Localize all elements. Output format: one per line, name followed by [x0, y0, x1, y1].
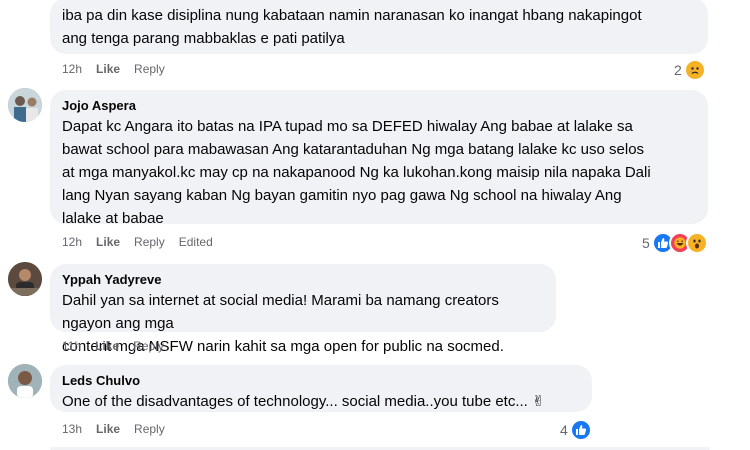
avatar[interactable]: [8, 88, 42, 122]
comment-author[interactable]: Leds Chulvo: [62, 372, 580, 389]
avatar[interactable]: [8, 262, 42, 296]
comment-line: iba pa din kase disiplina nung kabataan …: [62, 7, 642, 24]
comment-bubble: Jojo Aspera Dapat kc Angara ito batas na…: [50, 90, 708, 227]
comment-text: One of the disadvantages of technology..…: [62, 390, 580, 413]
comment-bubble: Leds Chulvo One of the disadvantages of …: [50, 365, 592, 412]
comment-time[interactable]: 11h: [62, 339, 81, 353]
comment-time[interactable]: 13h: [62, 422, 82, 436]
comment-line: Dapat kc Angara ito batas na IPA tupad m…: [62, 118, 633, 135]
comment-author[interactable]: Yppah Yadyreve: [62, 271, 544, 288]
sad-icon: [683, 59, 706, 81]
comment-bubble: iba pa din kase disiplina nung kabataan …: [50, 0, 708, 54]
like-button[interactable]: Like: [96, 422, 120, 436]
comment-bubble: Yppah Yadyreve Dahil yan sa internet at …: [50, 264, 556, 355]
comment-actions: 11h Like Reply: [62, 339, 164, 353]
comment-line: bawat school para mabawasan Ang katarant…: [62, 141, 645, 158]
edited-label[interactable]: Edited: [179, 235, 213, 249]
comment-text: Dapat kc Angara ito batas na IPA tupad m…: [62, 115, 696, 230]
comment-actions: 12h Like Reply Edited: [62, 235, 213, 249]
reaction-summary[interactable]: 2: [674, 59, 706, 81]
like-icon: [569, 419, 592, 441]
comment-time[interactable]: 12h: [62, 235, 82, 249]
reply-button[interactable]: Reply: [133, 339, 164, 353]
comment-time[interactable]: 12h: [62, 62, 82, 76]
comment-text: iba pa din kase disiplina nung kabataan …: [62, 4, 696, 50]
comment-line: lalake at babae: [62, 210, 164, 227]
comment-actions: 12h Like Reply: [62, 62, 165, 76]
comment-line: lang Nyan sayang kaban Ng bayan gamitin …: [62, 187, 622, 204]
reaction-count: 5: [642, 235, 650, 251]
reaction-summary[interactable]: 4: [560, 419, 592, 441]
reaction-count: 2: [674, 62, 682, 78]
like-button[interactable]: Like: [95, 339, 119, 353]
comment-line: Dahil yan sa internet at social media! M…: [62, 292, 499, 332]
comment-line: One of the disadvantages of technology..…: [62, 393, 545, 410]
comment-line: ang tenga parang mabbaklas e pati patily…: [62, 30, 345, 47]
wow-icon: [685, 232, 708, 254]
comment-author[interactable]: Jojo Aspera: [62, 97, 696, 114]
reply-button[interactable]: Reply: [134, 422, 165, 436]
reaction-count: 4: [560, 422, 568, 438]
like-button[interactable]: Like: [96, 235, 120, 249]
like-button[interactable]: Like: [96, 62, 120, 76]
reply-button[interactable]: Reply: [134, 235, 165, 249]
avatar[interactable]: [8, 364, 42, 398]
comment-actions: 13h Like Reply: [62, 422, 165, 436]
comment-line: at mga manyakol.kc may cp na nakapanood …: [62, 164, 651, 181]
reply-button[interactable]: Reply: [134, 62, 165, 76]
reaction-summary[interactable]: 5: [642, 232, 708, 254]
